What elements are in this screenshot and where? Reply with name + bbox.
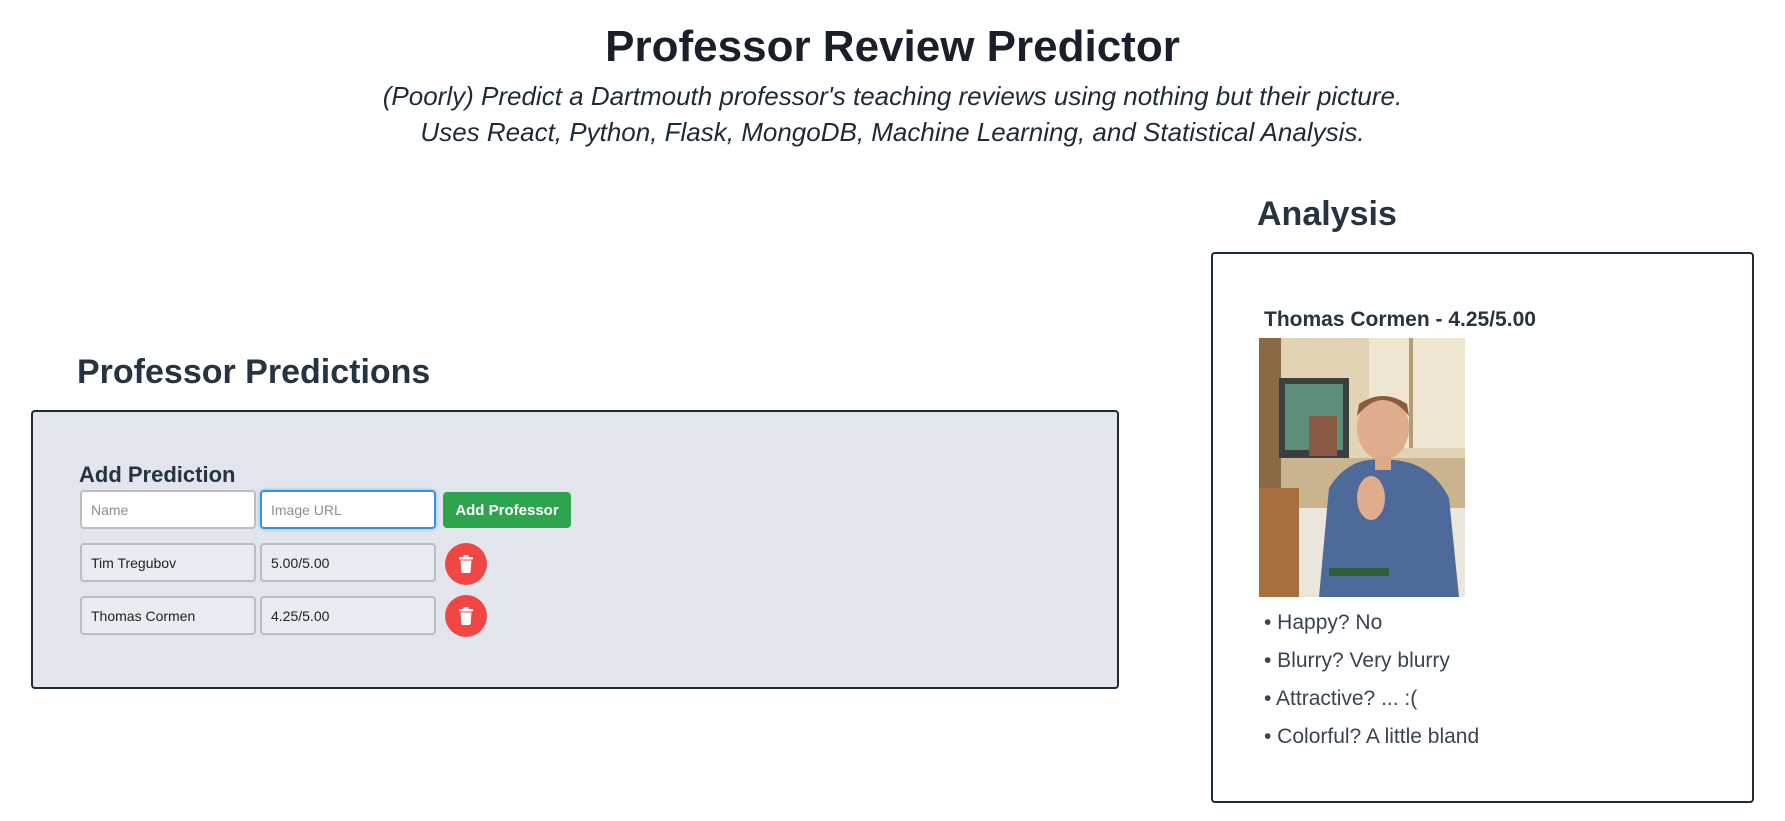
analysis-bullet-blurry: • Blurry? Very blurry: [1264, 649, 1450, 672]
analysis-bullet-colorful: • Colorful? A little bland: [1264, 725, 1480, 748]
analysis-heading: Analysis: [1257, 195, 1397, 233]
page-subtitle-line-2: Uses React, Python, Flask, MongoDB, Mach…: [420, 117, 1365, 147]
delete-row-2-button[interactable]: [445, 595, 487, 637]
row-1-name-field[interactable]: [80, 543, 256, 582]
analysis-bullet-happy: • Happy? No: [1264, 611, 1383, 634]
delete-row-1-button[interactable]: [445, 543, 487, 585]
analysis-professor-name: Thomas Cormen - 4.25/5.00: [1264, 308, 1536, 331]
page: Professor Review Predictor (Poorly) Pred…: [0, 0, 1785, 821]
analysis-bullet-attractive: • Attractive? ... :(: [1264, 687, 1418, 710]
row-2-score-field[interactable]: [260, 596, 436, 635]
header: Professor Review Predictor (Poorly) Pred…: [0, 22, 1785, 150]
trash-icon: [459, 607, 473, 625]
add-prediction-label: Add Prediction: [79, 462, 236, 487]
analysis-bullet-list: • Happy? No • Blurry? Very blurry • Attr…: [1264, 609, 1479, 761]
row-1-score-field[interactable]: [260, 543, 436, 582]
professor-photo: [1259, 338, 1465, 597]
add-professor-button[interactable]: Add Professor: [443, 492, 571, 528]
predictions-panel: Add Prediction Add Professor: [31, 410, 1119, 689]
analysis-panel: Thomas Cormen - 4.25/5.00 • Happy? No • …: [1211, 252, 1754, 803]
predictions-heading: Professor Predictions: [77, 353, 431, 391]
name-input[interactable]: [80, 490, 256, 529]
row-2-name-field[interactable]: [80, 596, 256, 635]
trash-icon: [459, 555, 473, 573]
page-title: Professor Review Predictor: [605, 22, 1180, 71]
image-url-input[interactable]: [260, 490, 436, 529]
page-subtitle-line-1: (Poorly) Predict a Dartmouth professor's…: [382, 81, 1403, 111]
